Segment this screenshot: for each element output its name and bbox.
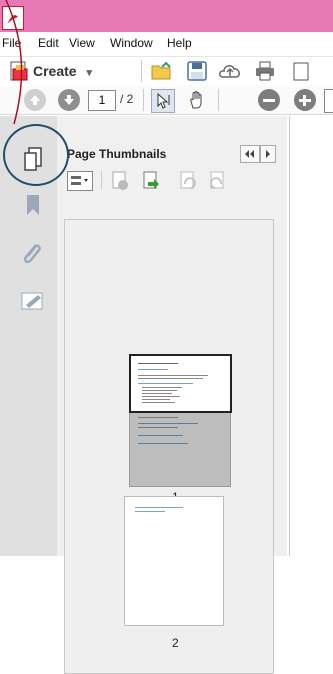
print-icon[interactable] <box>254 60 276 82</box>
rotate-cw-icon[interactable] <box>207 170 229 192</box>
open-folder-icon[interactable] <box>150 60 172 82</box>
page-thumbnail-2[interactable] <box>124 496 224 626</box>
page-thumbnails-panel: Page Thumbnails 2 <box>57 116 287 674</box>
menu-edit[interactable]: Edit <box>38 36 59 50</box>
menu-help[interactable]: Help <box>167 36 192 50</box>
thumbnails-list[interactable]: 1 2 <box>64 219 274 674</box>
toolbar-divider <box>141 60 142 82</box>
cloud-upload-icon[interactable] <box>218 60 240 82</box>
expand-right-icon[interactable] <box>260 145 276 163</box>
panel-divider <box>101 171 102 189</box>
main-toolbar: Create ▾ <box>0 57 333 85</box>
menu-bar: File Edit View Window Help <box>0 32 333 57</box>
callout-line <box>5 0 23 125</box>
save-icon[interactable] <box>186 60 208 82</box>
callout-circle <box>3 124 69 186</box>
attachments-icon[interactable] <box>20 241 44 267</box>
rotate-ccw-icon[interactable] <box>177 170 199 192</box>
menu-view[interactable]: View <box>69 36 95 50</box>
window-titlebar <box>0 0 333 32</box>
toolbar-divider <box>143 89 144 111</box>
thumbnail-offscreen-region <box>130 411 230 486</box>
collapse-left-icon[interactable] <box>240 145 260 163</box>
page-label-2: 2 <box>172 636 179 650</box>
menu-window[interactable]: Window <box>110 36 153 50</box>
next-page-icon[interactable] <box>58 89 80 111</box>
zoom-field[interactable] <box>324 89 333 113</box>
current-page-input[interactable]: 1 <box>88 90 116 111</box>
page-count: / 2 <box>120 92 134 106</box>
hand-tool-icon[interactable] <box>186 89 208 111</box>
create-label: Create <box>33 63 77 79</box>
visible-area-frame[interactable] <box>129 354 232 413</box>
delete-page-icon[interactable] <box>109 170 131 192</box>
navigation-toolbar: 1 / 2 <box>0 86 333 115</box>
bookmarks-icon[interactable] <box>24 193 42 217</box>
chevron-down-icon: ▾ <box>86 67 93 79</box>
document-view[interactable] <box>289 116 333 556</box>
zoom-out-icon[interactable] <box>258 89 280 111</box>
signatures-icon[interactable] <box>20 289 46 313</box>
create-button[interactable]: Create ▾ <box>33 63 92 79</box>
insert-page-icon[interactable] <box>140 170 162 192</box>
panel-title: Page Thumbnails <box>67 147 167 161</box>
page-thumbnail-1[interactable] <box>129 354 232 487</box>
select-tool-icon[interactable] <box>151 89 175 113</box>
document-icon[interactable] <box>292 60 312 82</box>
toolbar-divider <box>218 89 219 111</box>
zoom-in-icon[interactable] <box>294 89 316 111</box>
options-menu-icon[interactable] <box>67 171 93 191</box>
